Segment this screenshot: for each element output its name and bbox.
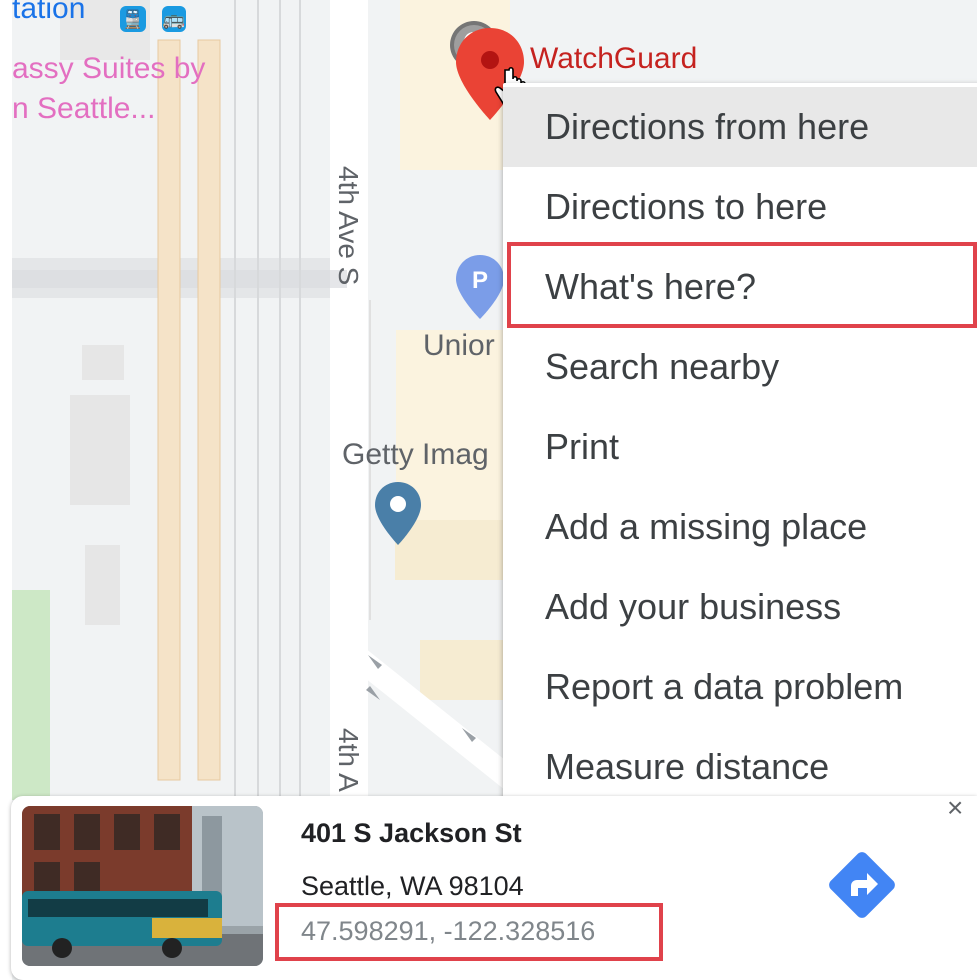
menu-search-nearby[interactable]: Search nearby bbox=[503, 327, 977, 407]
union-label[interactable]: Unior bbox=[423, 329, 495, 363]
menu-add-your-business[interactable]: Add your business bbox=[503, 567, 977, 647]
menu-measure-distance[interactable]: Measure distance bbox=[503, 727, 977, 807]
location-info-card: 401 S Jackson St Seattle, WA 98104 47.59… bbox=[11, 792, 977, 980]
directions-button[interactable] bbox=[823, 846, 901, 924]
svg-text:P: P bbox=[472, 267, 488, 294]
street-label-4th-ave-lower: 4th A bbox=[333, 728, 364, 792]
place-address[interactable]: 401 S Jackson St bbox=[301, 818, 522, 849]
menu-report-data-problem[interactable]: Report a data problem bbox=[503, 647, 977, 727]
watchguard-label[interactable]: WatchGuard bbox=[530, 42, 697, 76]
station-label[interactable]: tation bbox=[12, 0, 85, 26]
directions-icon bbox=[829, 852, 895, 918]
context-menu: Directions from here Directions to here … bbox=[503, 83, 977, 821]
menu-directions-from-here[interactable]: Directions from here bbox=[503, 87, 977, 167]
getty-images-label[interactable]: Getty Imag bbox=[342, 438, 489, 472]
menu-whats-here[interactable]: What's here? bbox=[503, 247, 977, 327]
street-label-4th-ave: 4th Ave S bbox=[333, 166, 364, 286]
menu-directions-to-here[interactable]: Directions to here bbox=[503, 167, 977, 247]
hotel-label-line1[interactable]: assy Suites by bbox=[12, 52, 205, 86]
place-coordinates[interactable]: 47.598291, -122.328516 bbox=[301, 916, 595, 947]
street-view-thumbnail[interactable] bbox=[22, 806, 263, 966]
train-icon[interactable]: 🚆 bbox=[120, 6, 146, 32]
menu-add-missing-place[interactable]: Add a missing place bbox=[503, 487, 977, 567]
close-icon[interactable]: × bbox=[947, 792, 963, 824]
menu-print[interactable]: Print bbox=[503, 407, 977, 487]
hotel-label-line2[interactable]: n Seattle... bbox=[12, 92, 155, 126]
place-city: Seattle, WA 98104 bbox=[301, 871, 524, 901]
bus-icon[interactable]: 🚌 bbox=[162, 6, 186, 32]
